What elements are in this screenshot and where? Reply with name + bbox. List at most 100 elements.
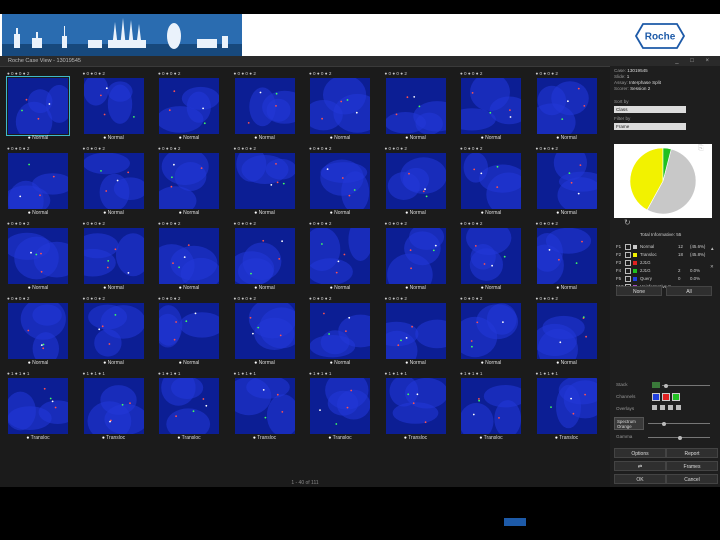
class-row[interactable]: F5 Query 0 0.0% xyxy=(616,276,700,282)
cell-thumbnail[interactable]: ● 0 ● 0 ● 2 ● Normal xyxy=(153,66,225,141)
filter-by-label: Filter by xyxy=(614,116,631,121)
cancel-button[interactable]: Cancel xyxy=(666,474,718,484)
top-band xyxy=(0,0,720,14)
cell-thumbnail[interactable]: ● 0 ● 0 ● 2 ● Normal xyxy=(531,66,603,141)
class-checkbox[interactable] xyxy=(625,276,631,282)
class-name: Query xyxy=(640,276,652,282)
cell-thumbnail[interactable]: ● 0 ● 0 ● 2 ● Normal xyxy=(229,141,301,216)
class-checkbox[interactable] xyxy=(625,252,631,258)
cell-class-label: ● Transloc xyxy=(2,435,74,441)
cell-class-text: Transloc xyxy=(257,435,277,441)
cell-thumbnail[interactable]: ● 1 ● 1 ● 1 ● Transloc xyxy=(380,366,452,441)
nucleus-image xyxy=(385,378,446,434)
window-controls[interactable]: _ □ × xyxy=(675,56,714,66)
cell-thumbnail[interactable]: ● 0 ● 0 ● 2 ● Normal xyxy=(455,291,527,366)
cell-thumbnail[interactable]: ● 0 ● 0 ● 2 ● Normal xyxy=(531,291,603,366)
signal-counts: ● 0 ● 0 ● 2 xyxy=(233,71,256,76)
cell-thumbnail[interactable]: ● 0 ● 0 ● 2 ● Normal xyxy=(2,66,74,141)
signal-counts: ● 1 ● 1 ● 1 xyxy=(233,371,256,376)
cell-thumbnail[interactable]: ● 1 ● 1 ● 1 ● Transloc xyxy=(78,366,150,441)
export-icon[interactable]: ⎘ xyxy=(698,145,704,152)
cell-thumbnail[interactable]: ● 1 ● 1 ● 1 ● Transloc xyxy=(531,366,603,441)
cell-thumbnail[interactable]: ● 0 ● 0 ● 2 ● Normal xyxy=(153,216,225,291)
cell-thumbnail[interactable]: ● 0 ● 0 ● 2 ● Normal xyxy=(455,141,527,216)
spectrum-select[interactable]: Spectrum Orange xyxy=(614,417,644,430)
cell-thumbnail[interactable]: ● 0 ● 0 ● 2 ● Normal xyxy=(2,216,74,291)
cell-thumbnail[interactable]: ● 0 ● 0 ● 2 ● Normal xyxy=(78,291,150,366)
cell-thumbnail[interactable]: ● 0 ● 0 ● 2 ● Normal xyxy=(380,216,452,291)
cell-thumbnail[interactable]: ● 1 ● 1 ● 1 ● Transloc xyxy=(304,366,376,441)
spectrum-slider-knob[interactable] xyxy=(662,421,666,426)
overlay-box-2[interactable] xyxy=(660,405,665,410)
cell-thumbnail[interactable]: ● 0 ● 0 ● 2 ● Normal xyxy=(78,141,150,216)
cell-thumbnail[interactable]: ● 0 ● 0 ● 2 ● Normal xyxy=(304,66,376,141)
class-row[interactable]: F1 Normal 12 (45.6%) xyxy=(616,244,705,250)
class-row[interactable]: F3 2J1G xyxy=(616,260,690,266)
cell-thumbnail[interactable]: ● 0 ● 0 ● 2 ● Normal xyxy=(229,66,301,141)
stack-slider[interactable] xyxy=(662,383,710,388)
signal-counts: ● 0 ● 0 ● 2 xyxy=(309,221,332,226)
collapse-up-icon[interactable]: ▲ xyxy=(710,246,715,252)
cell-thumbnail[interactable]: ● 0 ● 0 ● 2 ● Normal xyxy=(153,141,225,216)
cell-thumbnail[interactable]: ● 0 ● 0 ● 2 ● Normal xyxy=(78,66,150,141)
none-button[interactable]: None xyxy=(616,286,662,296)
spectrum-slider[interactable] xyxy=(648,421,710,426)
cell-thumbnail[interactable]: ● 0 ● 0 ● 2 ● Normal xyxy=(229,216,301,291)
cell-thumbnail[interactable]: ● 0 ● 0 ● 2 ● Normal xyxy=(2,141,74,216)
all-button[interactable]: All xyxy=(666,286,712,296)
class-checkbox[interactable] xyxy=(625,268,631,274)
report-button[interactable]: Report xyxy=(666,448,718,458)
stack-slider-knob[interactable] xyxy=(664,383,668,388)
options-button[interactable]: Options xyxy=(614,448,666,458)
overlay-box-3[interactable] xyxy=(668,405,673,410)
cell-class-text: Transloc xyxy=(332,435,352,441)
cell-thumbnail[interactable]: ● 0 ● 0 ● 2 ● Normal xyxy=(304,216,376,291)
cell-thumbnail[interactable]: ● 1 ● 1 ● 1 ● Transloc xyxy=(455,366,527,441)
class-count: 18 xyxy=(678,252,683,258)
class-checkbox[interactable] xyxy=(625,260,631,266)
cell-thumbnail[interactable]: ● 0 ● 0 ● 2 ● Normal xyxy=(304,141,376,216)
class-name: Normal xyxy=(640,244,655,250)
class-row[interactable]: F2 Transloc 18 (45.8%) xyxy=(616,252,705,258)
ok-button[interactable]: OK xyxy=(614,474,666,484)
cell-thumbnail[interactable]: ● 0 ● 0 ● 2 ● Normal xyxy=(531,141,603,216)
cell-thumbnail[interactable]: ● 0 ● 0 ● 2 ● Normal xyxy=(455,216,527,291)
assay-value: Interphase Split xyxy=(629,80,661,85)
cell-thumbnail[interactable]: ● 0 ● 0 ● 2 ● Normal xyxy=(380,66,452,141)
channel-green-checkbox[interactable] xyxy=(672,393,680,401)
cell-thumbnail[interactable]: ● 0 ● 0 ● 2 ● Normal xyxy=(531,216,603,291)
class-row[interactable]: F4 2J1G 2 0.0% xyxy=(616,268,700,274)
cell-thumbnail[interactable]: ● 0 ● 0 ● 2 ● Normal xyxy=(380,291,452,366)
nucleus-image xyxy=(461,78,521,134)
stack-toggle[interactable] xyxy=(652,382,660,388)
cell-thumbnail[interactable]: ● 0 ● 0 ● 2 ● Normal xyxy=(229,291,301,366)
cell-thumbnail[interactable]: ● 0 ● 0 ● 2 ● Normal xyxy=(304,291,376,366)
channel-red-checkbox[interactable] xyxy=(662,393,670,401)
signal-counts: ● 0 ● 0 ● 2 xyxy=(82,296,105,301)
cell-thumbnail[interactable]: ● 0 ● 0 ● 2 ● Normal xyxy=(380,141,452,216)
cell-thumbnail[interactable]: ● 0 ● 0 ● 2 ● Normal xyxy=(153,291,225,366)
refresh-icon[interactable]: ↻ xyxy=(624,219,631,227)
gamma-slider-knob[interactable] xyxy=(678,435,682,440)
cell-thumbnail[interactable]: ● 1 ● 1 ● 1 ● Transloc xyxy=(2,366,74,441)
overlay-box-1[interactable] xyxy=(652,405,657,410)
gamma-slider[interactable] xyxy=(648,435,710,440)
cell-thumbnail[interactable]: ● 1 ● 1 ● 1 ● Transloc xyxy=(153,366,225,441)
class-checkbox[interactable] xyxy=(625,244,631,250)
cell-thumbnail[interactable]: ● 0 ● 0 ● 2 ● Normal xyxy=(2,291,74,366)
nucleus-image xyxy=(536,228,597,284)
frames-button[interactable]: Frames xyxy=(666,461,718,471)
channel-blue-checkbox[interactable] xyxy=(652,393,660,401)
cell-gallery: ● 0 ● 0 ● 2 ● Normal ● 0 ● 0 ● 2 ● Normal ● … xyxy=(0,66,610,487)
cell-thumbnail[interactable]: ● 0 ● 0 ● 2 ● Normal xyxy=(455,66,527,141)
refresh-button[interactable]: ⇄ xyxy=(614,461,666,471)
cell-class-label: ● Transloc xyxy=(153,435,225,441)
sort-by-select[interactable]: Class xyxy=(614,106,686,113)
total-informative: Total Informative: 55 xyxy=(640,232,682,237)
class-dot-icon: ● xyxy=(479,435,483,441)
close-x-icon[interactable]: ✕ xyxy=(710,264,714,270)
overlay-box-4[interactable] xyxy=(676,405,681,410)
cell-thumbnail[interactable]: ● 0 ● 0 ● 2 ● Normal xyxy=(78,216,150,291)
filter-by-select[interactable]: Frame xyxy=(614,123,686,130)
cell-thumbnail[interactable]: ● 1 ● 1 ● 1 ● Transloc xyxy=(229,366,301,441)
